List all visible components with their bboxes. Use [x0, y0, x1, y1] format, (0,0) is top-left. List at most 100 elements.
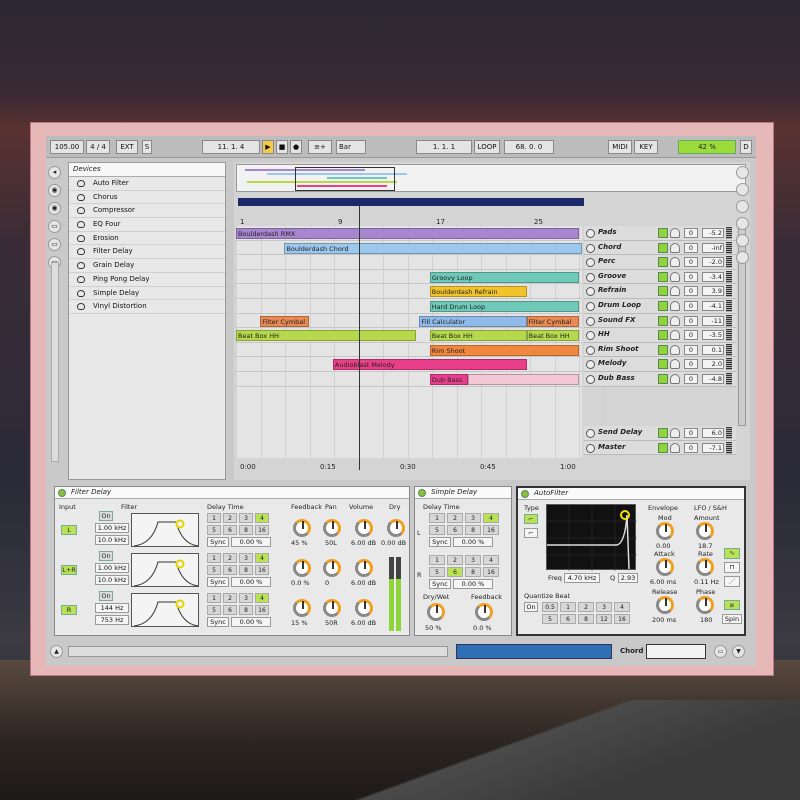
fold-icon[interactable]: [586, 229, 595, 238]
clip[interactable]: Beat Box HH: [236, 330, 416, 342]
feedback-knob[interactable]: [293, 559, 311, 577]
track-name[interactable]: Sound FX: [598, 316, 635, 324]
dry-knob[interactable]: [387, 519, 405, 537]
quantize-grid-button[interactable]: 5: [542, 614, 558, 624]
quantize-grid-button[interactable]: 4: [614, 602, 630, 612]
delay-grid-button[interactable]: 5: [207, 525, 221, 535]
spin-button[interactable]: Spin: [722, 614, 742, 624]
quantize-grid-button[interactable]: 2: [578, 602, 594, 612]
browser-item[interactable]: Auto Filter: [69, 177, 225, 191]
track-activator-button[interactable]: [658, 228, 668, 238]
delay-grid-button[interactable]: 3: [239, 513, 253, 523]
returns-icon[interactable]: [736, 234, 749, 247]
fold-icon[interactable]: [586, 375, 595, 384]
attack-knob[interactable]: [656, 558, 674, 576]
key-map-button[interactable]: KEY: [634, 140, 658, 154]
sync-button[interactable]: Sync: [207, 617, 229, 627]
release-knob[interactable]: [656, 596, 674, 614]
delay-grid-button[interactable]: 5: [207, 605, 221, 615]
volume-knob[interactable]: [355, 599, 373, 617]
play-button[interactable]: ▶: [262, 140, 274, 154]
delay-grid-button[interactable]: 1: [207, 553, 221, 563]
track-name[interactable]: Pads: [598, 228, 617, 236]
browser-item[interactable]: Vinyl Distortion: [69, 300, 225, 314]
highpass-button[interactable]: ⌐: [524, 528, 538, 538]
track-activator-button[interactable]: [658, 301, 668, 311]
filter-freq-field[interactable]: 1.00 kHz: [95, 563, 129, 573]
mixer-icon[interactable]: [736, 251, 749, 264]
send-field[interactable]: 0: [684, 271, 698, 282]
volume-field[interactable]: -2.0: [702, 257, 724, 268]
clip[interactable]: Groovy Loop: [429, 271, 579, 283]
quantize-grid-button[interactable]: 1: [560, 602, 576, 612]
d-indicator[interactable]: D: [740, 140, 752, 154]
delay-percent-field[interactable]: 0.00 %: [453, 579, 493, 589]
arrangement-view-icon[interactable]: [736, 183, 749, 196]
delay-percent-field[interactable]: 0.00 %: [453, 537, 493, 547]
volume-field[interactable]: -11: [702, 315, 724, 326]
quantize-grid-button[interactable]: 12: [596, 614, 612, 624]
filter-display[interactable]: [131, 553, 199, 587]
volume-knob[interactable]: [355, 519, 373, 537]
device-scrollbar[interactable]: [68, 646, 448, 657]
volume-field[interactable]: -inf: [702, 242, 724, 253]
clip[interactable]: Filter Cymbal: [526, 315, 579, 327]
fold-icon[interactable]: [586, 243, 595, 253]
clip[interactable]: Hard Drum Loop: [429, 301, 579, 312]
filter-width-field[interactable]: 10.0 kHz: [95, 535, 129, 545]
delay-grid-button[interactable]: 4: [255, 593, 269, 603]
track-activator-button[interactable]: [658, 330, 668, 341]
track-name[interactable]: HH: [598, 330, 610, 338]
fold-icon[interactable]: [586, 443, 595, 453]
channel-button[interactable]: L+R: [61, 565, 77, 575]
send-field[interactable]: 0: [684, 344, 698, 355]
overview-selection[interactable]: [295, 167, 395, 191]
track-header[interactable]: Chord 0 -inf: [584, 240, 736, 256]
plugin-browser-icon[interactable]: ◉: [48, 184, 61, 197]
delay-grid-button[interactable]: 1: [207, 513, 221, 523]
headphone-icon[interactable]: [670, 374, 680, 384]
delay-grid-button[interactable]: 1: [207, 593, 221, 603]
delay-grid-button[interactable]: 2: [447, 555, 463, 565]
ext-button[interactable]: EXT: [116, 140, 138, 154]
filter-width-field[interactable]: 10.0 kHz: [95, 575, 129, 585]
filter-freq-field[interactable]: 1.00 kHz: [95, 523, 129, 533]
tempo-field[interactable]: 105.00: [50, 140, 84, 154]
quantize-grid-button[interactable]: 8: [578, 614, 594, 624]
volume-field[interactable]: 6.0: [702, 428, 724, 438]
send-field[interactable]: 0: [684, 228, 698, 238]
volume-field[interactable]: -4.1: [702, 301, 724, 311]
midi-map-button[interactable]: MIDI: [608, 140, 632, 154]
lowpass-button[interactable]: ⌐: [524, 514, 538, 524]
io-icon[interactable]: [736, 200, 749, 213]
delay-grid-button[interactable]: 2: [223, 593, 237, 603]
delay-grid-button[interactable]: 16: [255, 605, 269, 615]
track-header[interactable]: Melody 0 2.0: [584, 357, 736, 372]
clip[interactable]: [467, 374, 579, 385]
sine-wave-button[interactable]: ∿: [724, 548, 740, 559]
headphone-icon[interactable]: [670, 271, 680, 282]
track-activator-button[interactable]: [658, 374, 668, 384]
volume-field[interactable]: 3.9: [702, 286, 724, 297]
sync-button[interactable]: Sync: [429, 579, 451, 589]
delay-grid-button[interactable]: 3: [239, 593, 253, 603]
beat-ruler[interactable]: 1 9 17 25: [236, 212, 582, 226]
send-field[interactable]: 0: [684, 428, 698, 438]
session-view-icon[interactable]: [736, 166, 749, 179]
delay-grid-button[interactable]: 4: [483, 555, 499, 565]
fold-icon[interactable]: [586, 258, 595, 268]
quantize-grid-button[interactable]: 0.5: [542, 602, 558, 612]
delay-grid-button[interactable]: 3: [465, 513, 481, 523]
delay-grid-button[interactable]: 8: [465, 567, 481, 577]
s-button[interactable]: S: [142, 140, 152, 154]
headphone-icon[interactable]: [670, 286, 680, 297]
scroll-down-icon[interactable]: ▼: [732, 645, 745, 658]
file-browser-icon[interactable]: ◉: [48, 202, 61, 215]
folder-icon-2[interactable]: ▭: [48, 238, 61, 251]
track-activator-button[interactable]: [658, 257, 668, 268]
mod-knob[interactable]: [656, 522, 674, 540]
clip[interactable]: Audioblast Melody: [332, 359, 527, 371]
track-activator-button[interactable]: [658, 271, 668, 282]
delay-grid-button[interactable]: 1: [429, 513, 445, 523]
delay-grid-button[interactable]: 1: [429, 555, 445, 565]
